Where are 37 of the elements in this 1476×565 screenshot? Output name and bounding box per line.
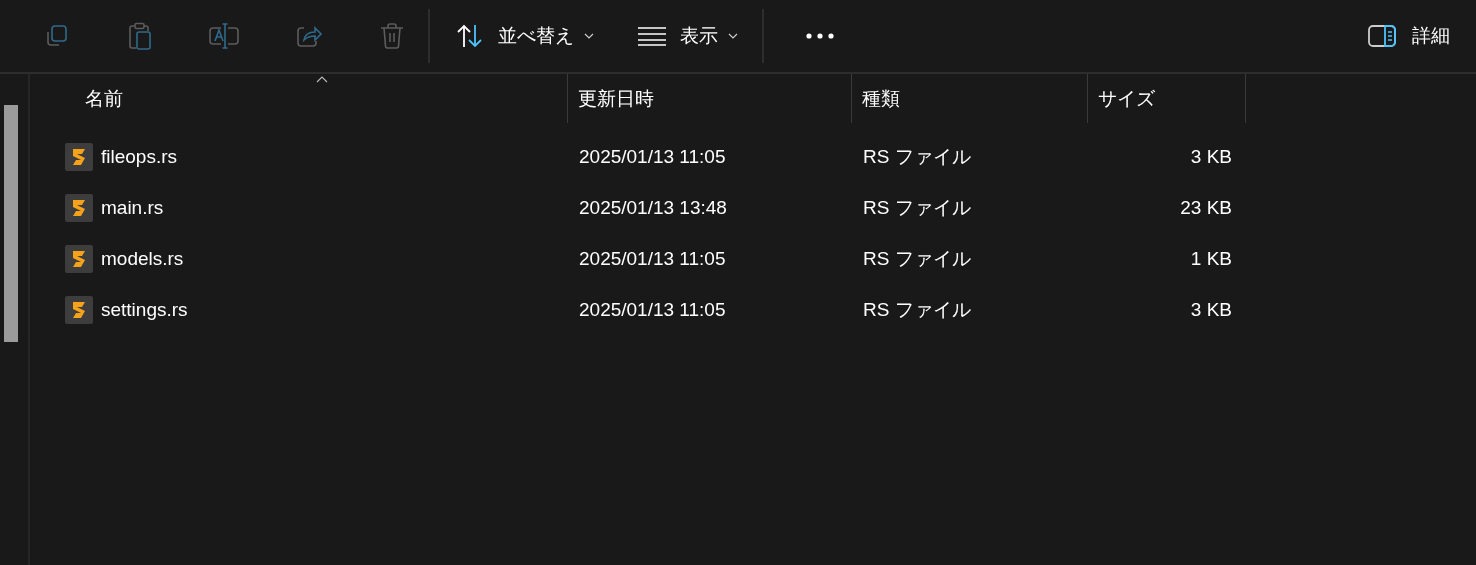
file-name[interactable]: fileops.rs [101, 145, 178, 168]
file-size: 1 KB [1190, 247, 1232, 270]
chevron-icon [728, 33, 738, 39]
column-header[interactable]: サイズ [1098, 85, 1155, 112]
file-name[interactable]: settings.rs [101, 298, 188, 321]
file-icon [65, 193, 93, 222]
sort-button[interactable]: 並べ替え [442, 14, 608, 58]
file-name[interactable]: main.rs [101, 196, 164, 219]
column-header[interactable]: 種類 [862, 85, 900, 112]
file-type: RS ファイル [863, 246, 971, 271]
details-button[interactable]: 詳細 [1354, 14, 1460, 58]
chevron-icon [584, 33, 594, 39]
file-name[interactable]: models.rs [101, 247, 184, 270]
scrollbar-thumb[interactable] [4, 105, 18, 342]
file-size: 3 KB [1190, 298, 1232, 321]
file-icon [65, 244, 93, 273]
modified-date: 2025/01/13 11:05 [579, 247, 726, 270]
column-header[interactable]: 更新日時 [578, 85, 654, 112]
lines-icon [638, 26, 666, 46]
modified-date: 2025/01/13 11:05 [579, 145, 726, 168]
file-icon [65, 295, 93, 324]
trash-can-icon [378, 21, 406, 51]
text-box-icon [208, 21, 240, 51]
file-size: 3 KB [1190, 145, 1232, 168]
file-type: RS ファイル [863, 195, 971, 220]
clipboard-icon [126, 21, 154, 51]
sort-icon [456, 23, 484, 49]
more-icon [805, 32, 835, 40]
modified-date: 2025/01/13 11:05 [579, 298, 726, 321]
view-button[interactable]: 表示 [624, 14, 752, 58]
file-size: 23 KB [1180, 196, 1232, 219]
modified-date: 2025/01/13 13:48 [579, 196, 727, 219]
file-type: RS ファイル [863, 144, 971, 169]
column-header[interactable]: 名前 [85, 85, 123, 112]
file-icon [65, 142, 93, 171]
file-type: RS ファイル [863, 297, 971, 322]
pane-icon [1368, 25, 1396, 47]
